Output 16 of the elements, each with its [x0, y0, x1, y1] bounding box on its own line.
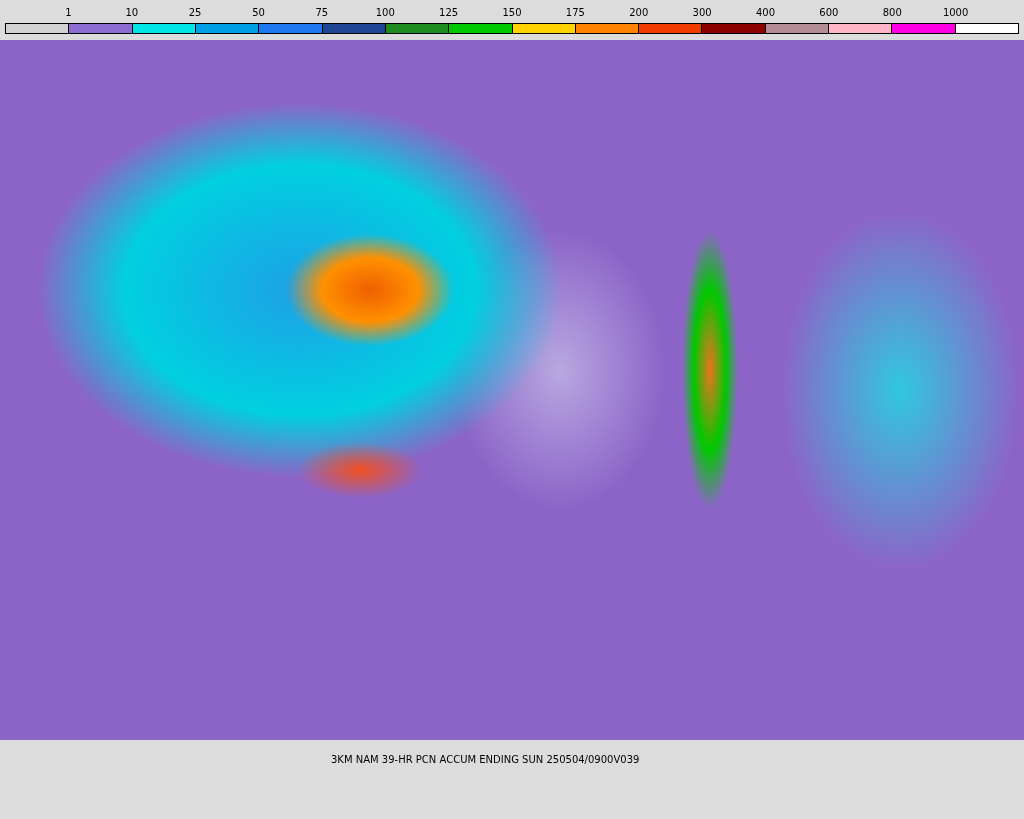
- legend-label: 75: [314, 6, 330, 20]
- legend-label: 1000: [941, 6, 970, 20]
- legend-label: 175: [564, 6, 586, 20]
- map-caption: 3KM NAM 39-HR PCN ACCUM ENDING SUN 250504/0900V039: [331, 754, 640, 765]
- legend-label: 100: [374, 6, 396, 20]
- legend-label: 400: [754, 6, 777, 20]
- legend-label: 300: [691, 6, 713, 20]
- legend-label: 10: [124, 6, 140, 20]
- legend-label: 150: [501, 6, 523, 20]
- legend-label: 125: [438, 6, 460, 20]
- legend-label: 800: [881, 6, 903, 20]
- legend-label: 200: [628, 6, 650, 20]
- legend-label: 1: [64, 6, 73, 20]
- legend-label: 50: [251, 6, 266, 20]
- legend-label: 25: [187, 6, 203, 20]
- legend-label: 600: [818, 6, 840, 20]
